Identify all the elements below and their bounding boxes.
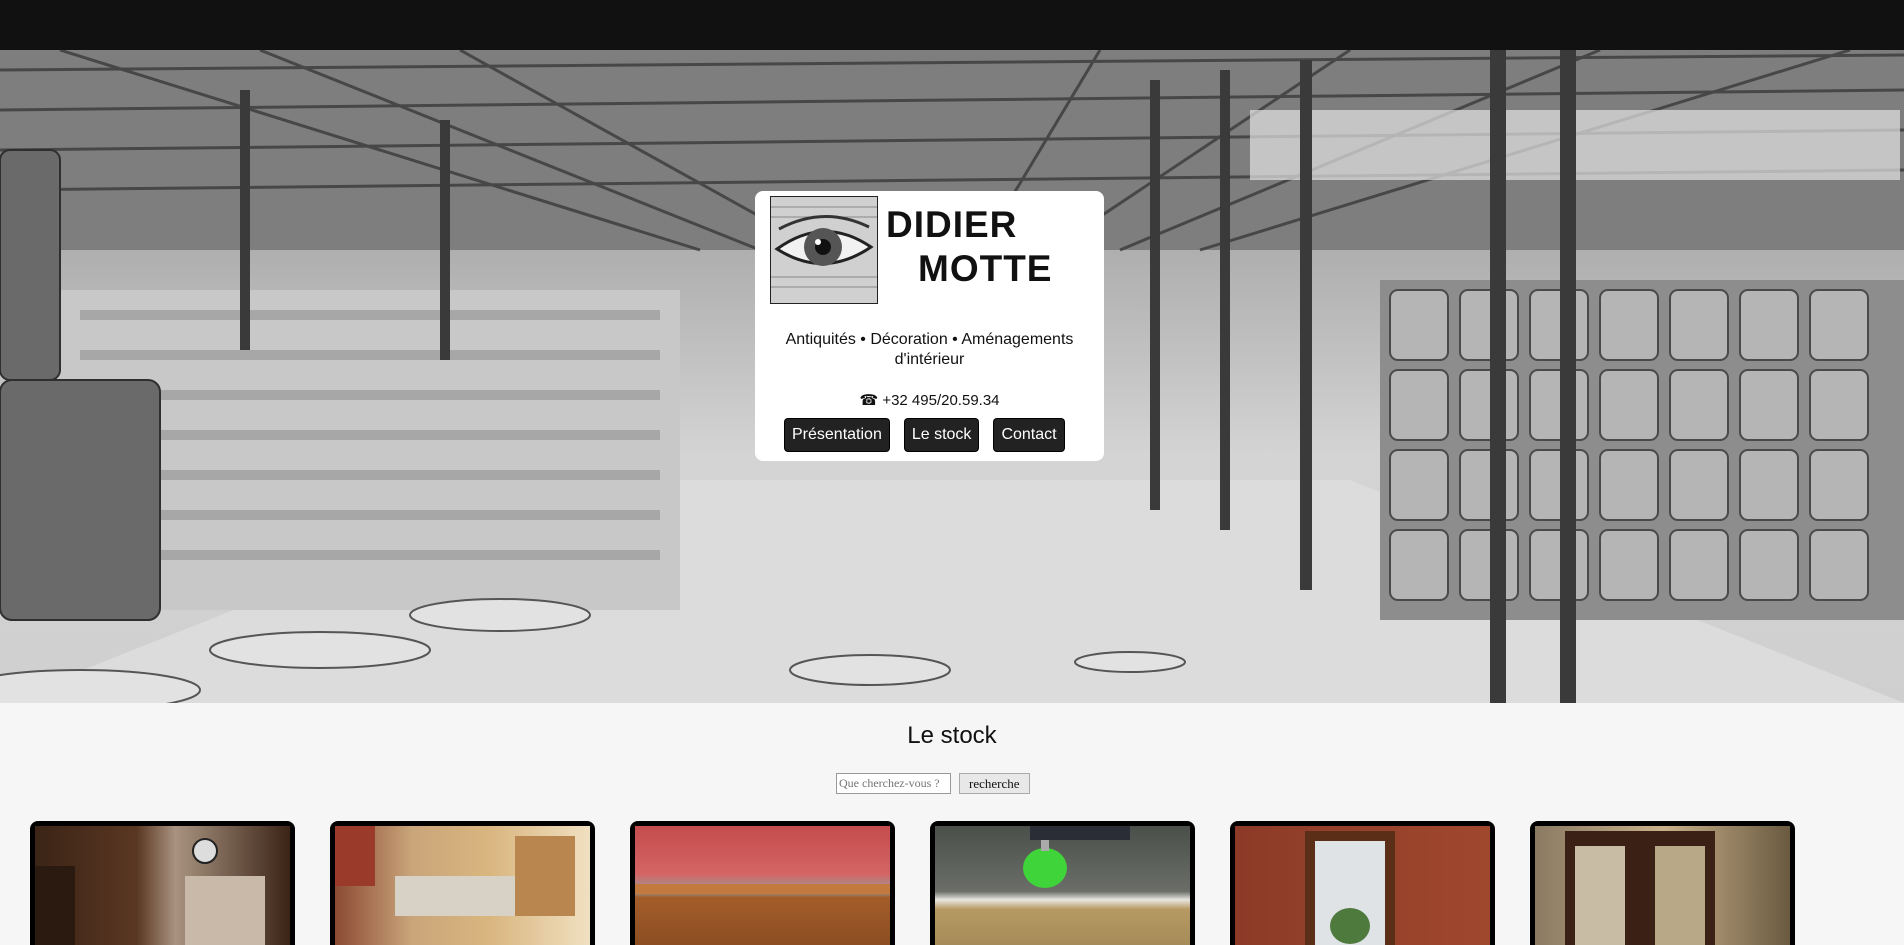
nav-presentation-button[interactable]: Présentation xyxy=(785,419,889,451)
stock-item-shop-interior[interactable] xyxy=(330,821,595,945)
tagline: Antiquités • Décoration • Aménagements d… xyxy=(785,331,1074,368)
nav-contact-button[interactable]: Contact xyxy=(994,419,1064,451)
top-bar xyxy=(0,0,1904,50)
brand-name-line2: MOTTE xyxy=(918,248,1053,289)
stock-item-mirror[interactable] xyxy=(1230,821,1495,945)
nav-stock-button[interactable]: Le stock xyxy=(904,419,979,451)
eye-logo-icon xyxy=(770,196,878,304)
stock-item-counter[interactable] xyxy=(630,821,895,945)
stock-item-sideboard[interactable] xyxy=(930,821,1195,945)
phone-number: ☎ +32 495/20.59.34 xyxy=(859,392,1000,409)
brand-card: DIDIER MOTTE Antiquités • Décoration • A… xyxy=(755,191,1104,461)
stock-item-cabinet[interactable] xyxy=(30,821,295,945)
stock-section-title: Le stock xyxy=(907,722,997,749)
stock-item-wardrobe[interactable] xyxy=(1530,821,1795,945)
stock-search: recherche xyxy=(836,773,1030,794)
brand-name-line1: DIDIER xyxy=(886,204,1018,245)
search-input[interactable] xyxy=(836,773,951,794)
search-button[interactable]: recherche xyxy=(959,773,1030,794)
brand-name: DIDIER MOTTE xyxy=(886,203,1052,291)
main-nav: Présentation Le stock Contact xyxy=(785,419,1064,451)
